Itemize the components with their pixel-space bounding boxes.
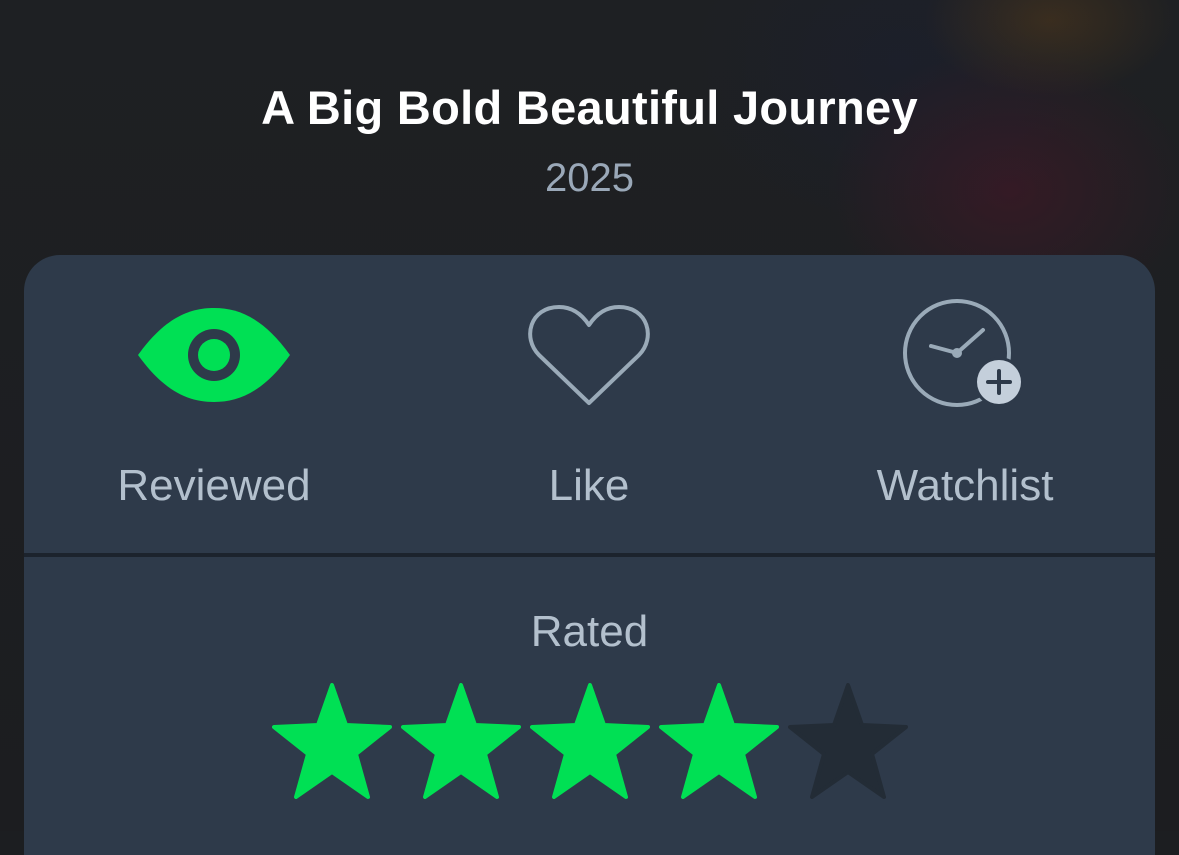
film-title: A Big Bold Beautiful Journey	[261, 81, 918, 134]
star-filled-icon[interactable]	[401, 683, 521, 799]
film-year[interactable]: 2025	[0, 154, 1179, 202]
star-empty-icon[interactable]	[788, 683, 908, 799]
eye-icon	[64, 295, 364, 415]
rating-label: Rated	[530, 607, 649, 656]
section-divider	[24, 553, 1155, 557]
heart-icon	[439, 295, 739, 415]
clock-plus-icon	[815, 295, 1115, 415]
watchlist-button[interactable]: Watchlist	[815, 255, 1115, 553]
reviewed-button[interactable]: Reviewed	[64, 255, 364, 553]
star-filled-icon[interactable]	[659, 683, 779, 799]
like-label: Like	[548, 461, 630, 510]
action-row: Reviewed Like Watchlist	[24, 255, 1155, 553]
star-filled-icon[interactable]	[272, 683, 392, 799]
watchlist-label: Watchlist	[876, 461, 1054, 510]
star-filled-icon[interactable]	[530, 683, 650, 799]
activity-panel: Reviewed Like Watchlist Rated	[24, 255, 1155, 855]
star-rating[interactable]	[272, 683, 912, 799]
reviewed-label: Reviewed	[117, 461, 311, 510]
like-button[interactable]: Like	[439, 255, 739, 553]
